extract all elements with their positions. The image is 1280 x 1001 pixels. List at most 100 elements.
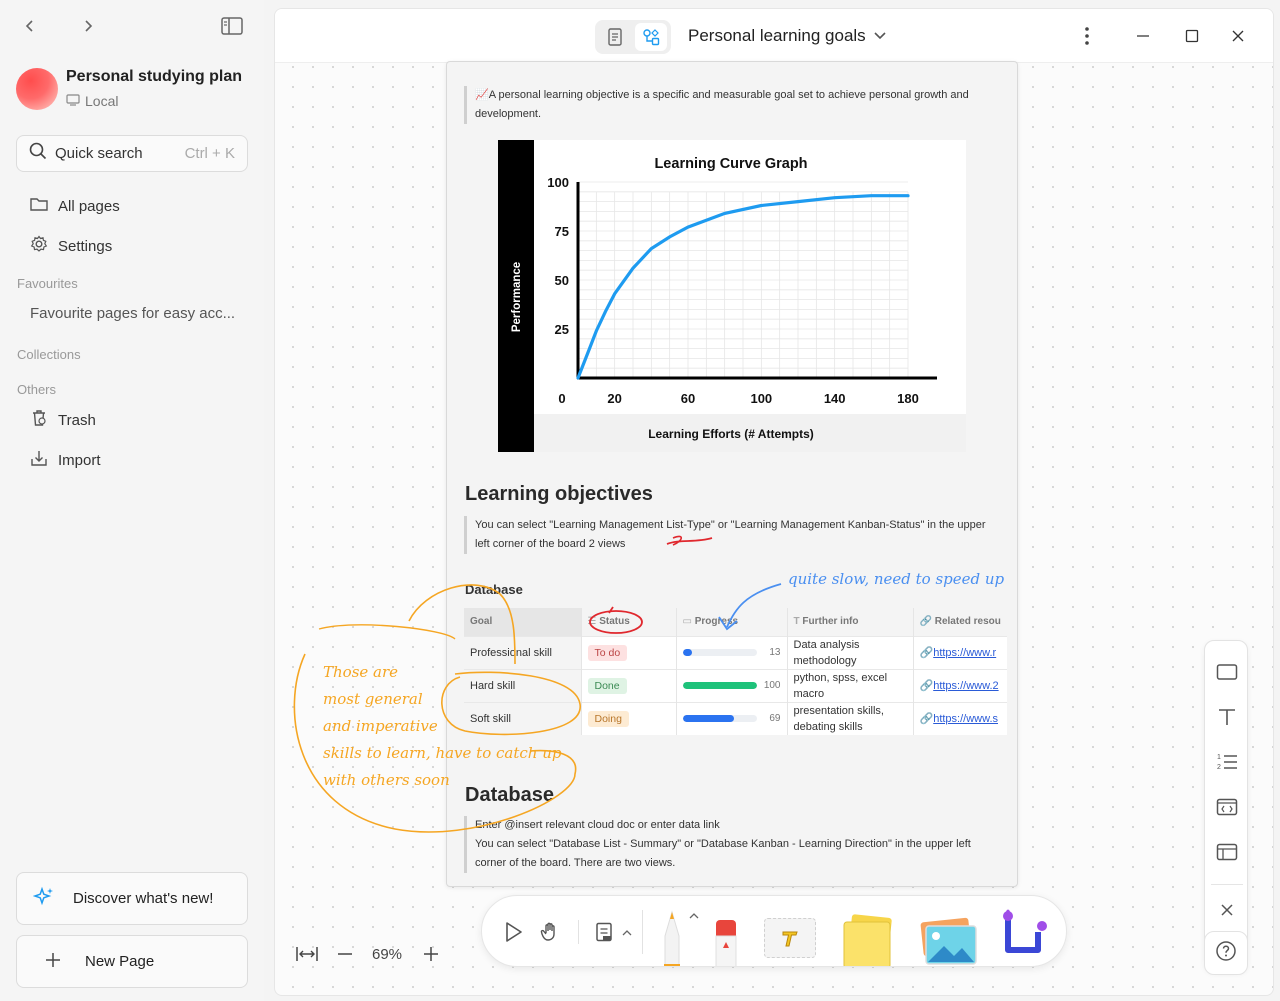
goal-cell[interactable]: Professional skill	[464, 635, 582, 669]
close-tools-icon[interactable]	[1213, 896, 1241, 924]
close-window-icon[interactable]	[1226, 24, 1250, 48]
fit-to-screen-icon[interactable]	[293, 939, 321, 969]
text-tool-icon[interactable]	[1213, 703, 1241, 731]
minimize-icon[interactable]	[1131, 24, 1155, 48]
table-header-row: Goal ☰ Status ▭ Progress T Further info …	[464, 608, 1007, 636]
discover-whats-new-button[interactable]: Discover what's new!	[16, 872, 248, 925]
new-page-button[interactable]: New Page	[16, 935, 248, 988]
chevron-up-icon[interactable]	[688, 910, 700, 922]
col-status[interactable]: ☰ Status	[581, 608, 677, 636]
collections-heading[interactable]: Collections	[17, 347, 81, 362]
chart-title: Learning Curve Graph	[654, 156, 807, 172]
plus-icon	[45, 952, 61, 972]
progress-value: 13	[769, 647, 781, 659]
goal-cell[interactable]: Soft skill	[464, 701, 582, 735]
col-goal[interactable]: Goal	[464, 608, 582, 636]
tick-label: 100	[750, 391, 772, 406]
database-note-line: Enter @insert relevant cloud doc or ente…	[475, 819, 720, 831]
table-row[interactable]: Soft skill Doing 69 presentation skills,…	[464, 701, 1007, 735]
info-cell[interactable]: Data analysis methodology	[787, 635, 914, 669]
chevron-up-icon[interactable]	[620, 926, 634, 940]
workspace-type: Local	[66, 93, 118, 109]
layout-block-icon[interactable]	[1213, 838, 1241, 866]
orange-annotation-line[interactable]: and imperative	[323, 717, 438, 735]
orange-annotation-line[interactable]: most general	[323, 690, 423, 708]
database-table: Goal ☰ Status ▭ Progress T Further info …	[464, 608, 1007, 735]
resource-link[interactable]: https://www.r	[933, 647, 996, 659]
link-cell[interactable]: 🔗https://www.r	[913, 635, 1007, 669]
zoom-out-icon[interactable]	[333, 939, 357, 969]
col-progress[interactable]: ▭ Progress	[676, 608, 788, 636]
resource-link[interactable]: https://www.2	[933, 680, 998, 692]
orange-annotation-line[interactable]: with others soon	[323, 771, 450, 789]
objectives-heading: Learning objectives	[465, 483, 653, 505]
orange-annotation-line[interactable]: skills to learn, have to catch up	[323, 744, 561, 762]
chart-ticks: 20 60 100 140 180 100 75 50 25 0	[547, 175, 919, 406]
eraser-tool-icon[interactable]	[710, 918, 742, 966]
link-cell[interactable]: 🔗https://www.2	[913, 668, 1007, 702]
top-bar: Personal learning goals	[275, 9, 1273, 63]
quick-search[interactable]: Quick search Ctrl + K	[16, 135, 248, 172]
workspace-switcher[interactable]: Personal studying plan Local	[16, 66, 248, 114]
tick-label: 20	[607, 391, 621, 406]
sidebar-item-trash[interactable]: Trash	[30, 407, 96, 433]
back-arrow-icon[interactable]	[18, 14, 42, 38]
select-tool-icon[interactable]	[500, 918, 528, 946]
numbered-list-icon[interactable]: 12	[1213, 748, 1241, 776]
sidebar-item-settings[interactable]: Settings	[30, 233, 112, 259]
zoom-level[interactable]: 69%	[365, 939, 409, 969]
chart-grid	[577, 181, 909, 379]
info-cell[interactable]: python, spss, excel macro	[787, 668, 914, 702]
more-options-icon[interactable]	[1075, 24, 1099, 48]
link-cell[interactable]: 🔗https://www.s	[913, 701, 1007, 735]
goal-cell[interactable]: Hard skill	[464, 668, 582, 702]
note-card[interactable]: 📈A personal learning objective is a spec…	[446, 61, 1018, 887]
svg-text:1: 1	[1217, 754, 1221, 761]
page-mode-icon[interactable]	[599, 23, 631, 51]
maximize-icon[interactable]	[1180, 24, 1204, 48]
chevron-down-icon[interactable]	[868, 24, 892, 48]
sticky-note-tool-icon[interactable]	[838, 912, 898, 966]
image-tool-icon[interactable]	[918, 916, 980, 966]
blue-annotation[interactable]: quite slow, need to speed up	[788, 570, 1004, 588]
database-heading: Database	[465, 784, 554, 806]
col-related-resources[interactable]: 🔗 Related resou	[913, 608, 1007, 636]
table-row[interactable]: Professional skill To do 13 Data analysi…	[464, 635, 1007, 669]
col-further-info[interactable]: T Further info	[787, 608, 914, 636]
status-badge: Done	[587, 677, 627, 694]
database-note-line: You can select "Database List - Summary"…	[475, 838, 971, 869]
computer-icon	[66, 93, 80, 109]
frame-tool-icon[interactable]	[1213, 658, 1241, 686]
code-block-icon[interactable]	[1213, 793, 1241, 821]
main-canvas[interactable]: Personal learning goals 📈A personal lear…	[274, 8, 1274, 996]
sparkle-icon	[32, 886, 55, 912]
tick-label: 140	[824, 391, 846, 406]
status-cell[interactable]: Doing	[581, 701, 677, 735]
sidebar-item-all-pages[interactable]: All pages	[30, 193, 120, 219]
status-cell[interactable]: Done	[581, 668, 677, 702]
resource-link[interactable]: https://www.s	[933, 713, 998, 725]
status-cell[interactable]: To do	[581, 635, 677, 669]
text-sticker-tool-icon[interactable]	[764, 918, 816, 958]
pen-tool-icon[interactable]	[658, 906, 686, 966]
progress-cell[interactable]: 100	[676, 668, 788, 702]
chart-ylabel: Performance	[511, 262, 523, 332]
zoom-in-icon[interactable]	[419, 939, 443, 969]
progress-cell[interactable]: 69	[676, 701, 788, 735]
info-cell[interactable]: presentation skills, debating skills	[787, 701, 914, 735]
progress-cell[interactable]: 13	[676, 635, 788, 669]
toolbar-divider	[642, 910, 643, 954]
favourites-placeholder: Favourite pages for easy acc...	[30, 305, 236, 322]
doc-title[interactable]: Personal learning goals	[688, 26, 866, 46]
forward-arrow-icon[interactable]	[76, 14, 100, 38]
connector-tool-icon[interactable]	[998, 906, 1052, 966]
sidebar-item-import[interactable]: Import	[30, 447, 101, 473]
tick-label: 180	[897, 391, 919, 406]
edgeless-mode-icon[interactable]	[635, 23, 667, 51]
note-tool-icon[interactable]	[590, 918, 618, 946]
hand-tool-icon[interactable]	[537, 918, 565, 946]
orange-annotation-line[interactable]: Those are	[323, 663, 398, 681]
table-row[interactable]: Hard skill Done 100 python, spss, excel m…	[464, 668, 1007, 702]
help-button[interactable]	[1204, 931, 1248, 975]
sidebar-toggle-icon[interactable]	[220, 14, 244, 38]
